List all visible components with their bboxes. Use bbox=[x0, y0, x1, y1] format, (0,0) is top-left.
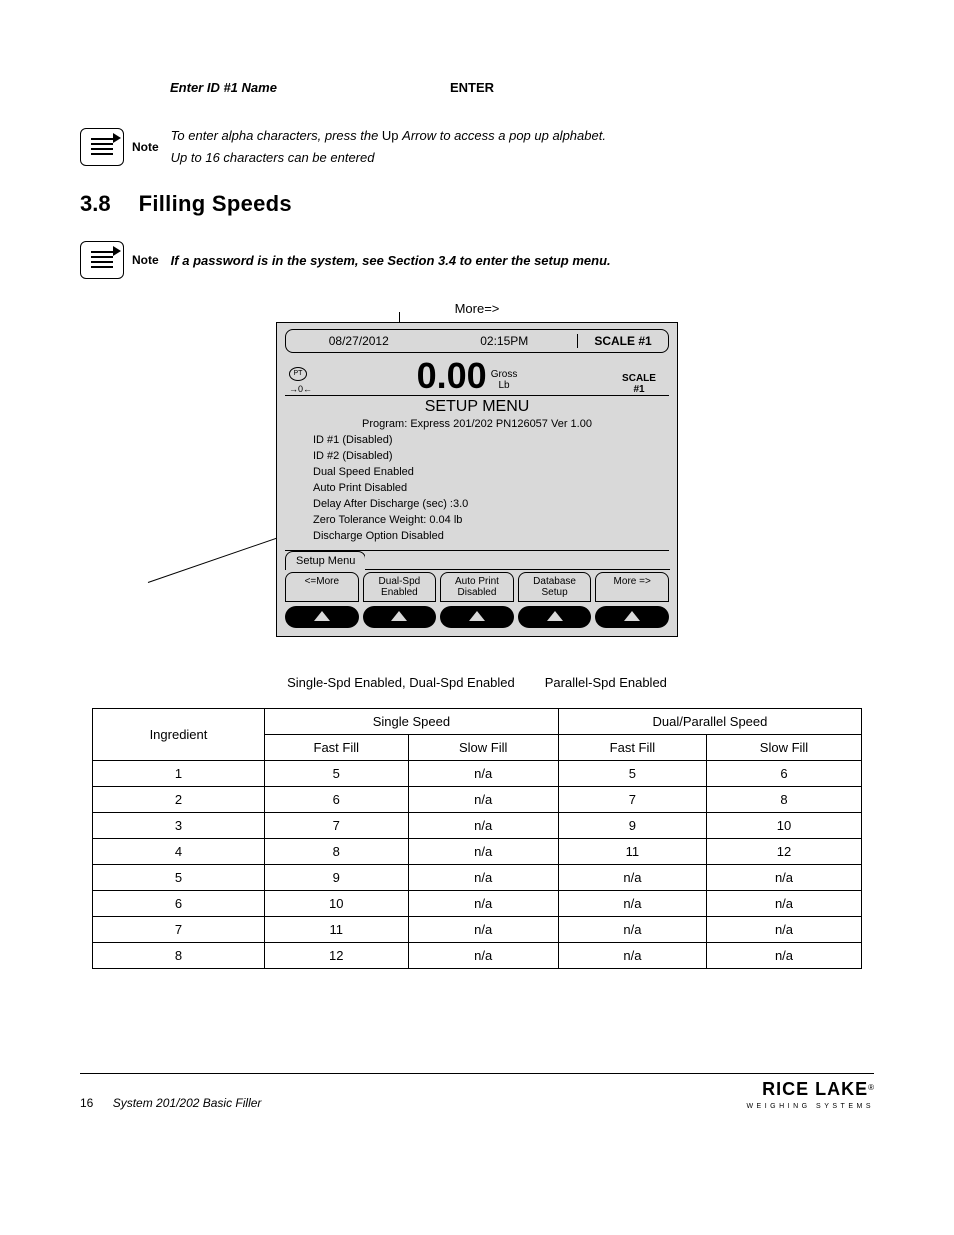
col-slow-fill: Slow Fill bbox=[408, 735, 558, 761]
note-block-2: Note If a password is in the system, see… bbox=[80, 241, 874, 279]
table-row: 26n/a78 bbox=[93, 787, 862, 813]
device-date: 08/27/2012 bbox=[286, 334, 432, 348]
speed-mode-caption: Single-Spd Enabled, Dual-Spd Enabled Par… bbox=[80, 675, 874, 690]
col-group-single: Single Speed bbox=[264, 709, 558, 735]
id-prompt-line: Enter ID #1 Name ENTER bbox=[80, 80, 874, 95]
device-time: 02:15PM bbox=[432, 334, 578, 348]
device-status-icons: PT →0← bbox=[285, 365, 325, 395]
list-item: Auto Print Disabled bbox=[313, 480, 669, 496]
hardkey-button[interactable] bbox=[440, 606, 514, 628]
col-group-dual: Dual/Parallel Speed bbox=[558, 709, 861, 735]
col-fast-fill: Fast Fill bbox=[264, 735, 408, 761]
device-header: 08/27/2012 02:15PM SCALE #1 bbox=[285, 329, 669, 353]
table-header-row-1: Ingredient Single Speed Dual/Parallel Sp… bbox=[93, 709, 862, 735]
page-number: 16 bbox=[80, 1096, 93, 1110]
enter-label: ENTER bbox=[450, 80, 494, 95]
hardkey-button[interactable] bbox=[363, 606, 437, 628]
device-softkey-row: <=More Dual-Spd Enabled Auto Print Disab… bbox=[285, 572, 669, 602]
doc-title: System 201/202 Basic Filler bbox=[113, 1096, 262, 1110]
device-menu-title: SETUP MENU bbox=[277, 398, 677, 416]
device-weight: 0.00GrossLb bbox=[325, 357, 609, 395]
softkey-more-fwd[interactable]: More => bbox=[595, 572, 669, 602]
caption-right: Parallel-Spd Enabled bbox=[545, 675, 667, 690]
note-label: Note bbox=[132, 140, 159, 154]
device-screen: 08/27/2012 02:15PM SCALE #1 PT →0← 0.00G… bbox=[276, 322, 678, 637]
more-pointer-label: More=> bbox=[80, 301, 874, 316]
table-row: 48n/a1112 bbox=[93, 839, 862, 865]
device-scale-header: SCALE #1 bbox=[578, 334, 668, 348]
list-item: ID #1 (Disabled) bbox=[313, 432, 669, 448]
col-ingredient: Ingredient bbox=[93, 709, 265, 761]
list-item: Delay After Discharge (sec) :3.0 bbox=[313, 496, 669, 512]
col-fast-fill: Fast Fill bbox=[558, 735, 706, 761]
note-icon bbox=[80, 128, 124, 166]
note-text: If a password is in the system, see Sect… bbox=[171, 253, 611, 268]
device-program-line: Program: Express 201/202 PN126057 Ver 1.… bbox=[285, 418, 669, 430]
section-number: 3.8 bbox=[80, 191, 111, 217]
device-settings-list: ID #1 (Disabled) ID #2 (Disabled) Dual S… bbox=[313, 432, 669, 544]
table-row: 37n/a910 bbox=[93, 813, 862, 839]
device-weight-row: PT →0← 0.00GrossLb SCALE#1 bbox=[285, 357, 669, 396]
device-tab[interactable]: Setup Menu bbox=[285, 551, 366, 570]
section-title: Filling Speeds bbox=[139, 191, 292, 217]
softkey-dual-spd[interactable]: Dual-Spd Enabled bbox=[363, 572, 437, 602]
note-text: To enter alpha characters, press the Up … bbox=[171, 125, 606, 169]
table-row: 15n/a56 bbox=[93, 761, 862, 787]
section-heading: 3.8 Filling Speeds bbox=[80, 191, 874, 217]
device-body: Program: Express 201/202 PN126057 Ver 1.… bbox=[285, 418, 669, 551]
hardkey-button[interactable] bbox=[285, 606, 359, 628]
col-slow-fill: Slow Fill bbox=[706, 735, 861, 761]
speed-table: Ingredient Single Speed Dual/Parallel Sp… bbox=[92, 708, 862, 969]
table-row: 812n/an/an/a bbox=[93, 943, 862, 969]
note-block-1: Note To enter alpha characters, press th… bbox=[80, 125, 874, 169]
list-item: Dual Speed Enabled bbox=[313, 464, 669, 480]
softkey-database[interactable]: Database Setup bbox=[518, 572, 592, 602]
device-scale-indicator: SCALE#1 bbox=[609, 373, 669, 395]
softkey-more-back[interactable]: <=More bbox=[285, 572, 359, 602]
list-item: Discharge Option Disabled bbox=[313, 528, 669, 544]
table-row: 59n/an/an/a bbox=[93, 865, 862, 891]
list-item: Zero Tolerance Weight: 0.04 lb bbox=[313, 512, 669, 528]
rice-lake-logo: RICE LAKE® WEIGHING SYSTEMS bbox=[746, 1080, 874, 1110]
caption-left: Single-Spd Enabled, Dual-Spd Enabled bbox=[287, 675, 515, 690]
device-tab-row: Setup Menu bbox=[285, 551, 669, 570]
hardkey-button[interactable] bbox=[518, 606, 592, 628]
table-row: 610n/an/an/a bbox=[93, 891, 862, 917]
device-hardkey-row bbox=[285, 606, 669, 628]
softkey-auto-print[interactable]: Auto Print Disabled bbox=[440, 572, 514, 602]
note-icon bbox=[80, 241, 124, 279]
id-prompt: Enter ID #1 Name bbox=[170, 80, 450, 95]
page-footer: 16 System 201/202 Basic Filler RICE LAKE… bbox=[80, 1073, 874, 1110]
table-row: 711n/an/an/a bbox=[93, 917, 862, 943]
hardkey-button[interactable] bbox=[595, 606, 669, 628]
note-label: Note bbox=[132, 253, 159, 267]
list-item: ID #2 (Disabled) bbox=[313, 448, 669, 464]
